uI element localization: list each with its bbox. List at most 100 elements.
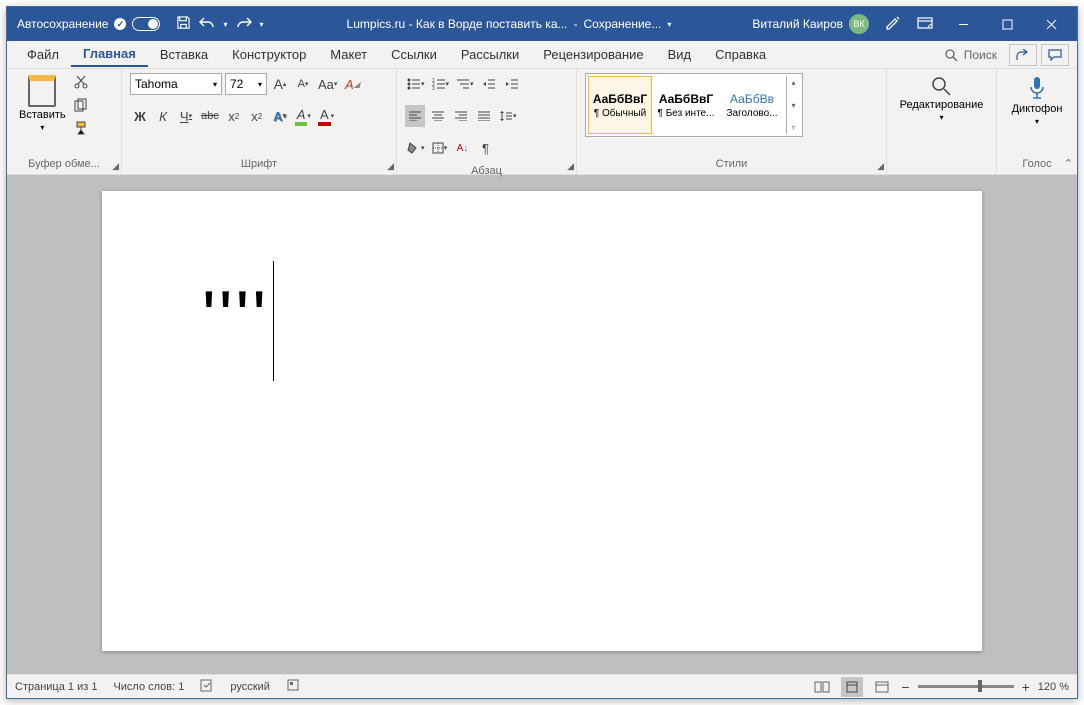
font-color-icon[interactable]: A▾ [316,105,336,127]
close-button[interactable] [1029,7,1073,41]
decrease-indent-icon[interactable] [479,73,499,95]
borders-icon[interactable]: ▾ [430,137,450,159]
titlebar: Автосохранение ✓ ▾ ▾ Lumpics.ru - Как в … [7,7,1077,41]
group-label: Голос [1005,158,1069,172]
multilevel-icon[interactable]: ▾ [454,73,476,95]
style-scroll[interactable]: ▴▾▿ [786,76,800,134]
collapse-ribbon-icon[interactable]: ⌃ [1064,157,1073,170]
zoom-out-icon[interactable]: − [901,679,909,695]
line-spacing-icon[interactable]: ▾ [497,105,519,127]
sort-icon[interactable]: А↓ [453,137,473,159]
font-name-combo[interactable]: Tahoma▾ [130,73,222,95]
word-count[interactable]: Число слов: 1 [113,681,184,693]
clear-format-icon[interactable]: A◢ [342,73,362,95]
redo-icon[interactable] [236,16,252,33]
paste-button[interactable]: Вставить ▾ [15,73,70,134]
dialog-launcher-icon[interactable]: ◢ [877,161,884,172]
style-normal[interactable]: АаБбВвГ ¶ Обычный [588,76,652,134]
language[interactable]: русский [230,681,269,693]
dialog-launcher-icon[interactable]: ◢ [112,161,119,172]
dialog-launcher-icon[interactable]: ◢ [387,161,394,172]
increase-indent-icon[interactable] [502,73,522,95]
underline-button[interactable]: Ч▾ [176,105,196,127]
group-font: Tahoma▾ 72▾ A▴ A▾ Aa▾ A◢ Ж К Ч▾ abc x2 x… [122,69,397,174]
share-button[interactable] [1009,44,1037,66]
justify-icon[interactable] [474,105,494,127]
title-dropdown-icon[interactable]: ▾ [667,20,671,29]
strike-button[interactable]: abc [199,105,221,127]
find-button[interactable]: Редактирование ▾ [896,73,988,124]
style-gallery[interactable]: АаБбВвГ ¶ Обычный АаБбВвГ ¶ Без инте... … [585,73,803,137]
statusbar: Страница 1 из 1 Число слов: 1 русский − … [7,674,1077,698]
clipboard-icon [28,75,56,107]
page[interactable]: '''' [102,191,982,651]
align-left-icon[interactable] [405,105,425,127]
undo-dropdown-icon[interactable]: ▾ [223,20,227,29]
document-text: '''' [202,277,269,357]
quick-access: ▾ ▾ [166,15,273,33]
highlight-icon[interactable]: A▾ [293,105,313,127]
style-heading[interactable]: АаБбВв Заголово... [720,76,784,134]
text-cursor [273,261,274,381]
minimize-button[interactable] [941,7,985,41]
tab-insert[interactable]: Вставка [148,43,220,66]
tab-view[interactable]: Вид [656,43,704,66]
group-label: Буфер обме... [15,158,113,172]
text-effects-icon[interactable]: A▾ [270,105,290,127]
cut-icon[interactable] [74,75,88,92]
save-icon[interactable] [176,15,191,33]
macro-icon[interactable] [286,678,300,695]
align-center-icon[interactable] [428,105,448,127]
tab-design[interactable]: Конструктор [220,43,318,66]
zoom-slider[interactable] [918,685,1014,688]
subscript-icon[interactable]: x2 [224,105,244,127]
dialog-launcher-icon[interactable]: ◢ [567,161,574,172]
style-nospacing[interactable]: АаБбВвГ ¶ Без инте... [654,76,718,134]
shading-icon[interactable]: ▾ [405,137,427,159]
qat-dropdown-icon[interactable]: ▾ [260,20,264,29]
zoom-level[interactable]: 120 % [1038,681,1069,693]
numbering-icon[interactable]: 123▾ [430,73,452,95]
superscript-icon[interactable]: x2 [247,105,267,127]
italic-button[interactable]: К [153,105,173,127]
read-mode-icon[interactable] [811,677,833,697]
font-size-combo[interactable]: 72▾ [225,73,267,95]
show-marks-icon[interactable]: ¶ [476,137,496,159]
bold-button[interactable]: Ж [130,105,150,127]
document-area[interactable]: '''' [7,175,1077,674]
undo-icon[interactable] [199,16,215,33]
ribbon: Вставить ▾ Буфер обме... ◢ Tahoma▾ 72▾ A… [7,69,1077,175]
tab-references[interactable]: Ссылки [379,43,449,66]
bullets-icon[interactable]: ▾ [405,73,427,95]
tab-mailings[interactable]: Рассылки [449,43,531,66]
web-layout-icon[interactable] [871,677,893,697]
tab-file[interactable]: Файл [15,43,71,66]
format-painter-icon[interactable] [74,121,88,138]
maximize-button[interactable] [985,7,1029,41]
tab-review[interactable]: Рецензирование [531,43,655,66]
tab-layout[interactable]: Макет [318,43,379,66]
page-count[interactable]: Страница 1 из 1 [15,681,97,693]
ribbon-mode-icon[interactable] [909,16,941,33]
svg-text:3: 3 [432,86,435,90]
shrink-font-icon[interactable]: A▾ [293,73,313,95]
tab-home[interactable]: Главная [71,42,148,67]
toggle-switch[interactable] [132,17,160,31]
chevron-down-icon: ▾ [1035,117,1039,126]
zoom-in-icon[interactable]: + [1022,679,1030,695]
grow-font-icon[interactable]: A▴ [270,73,290,95]
dictate-button[interactable]: Диктофон ▾ [1008,73,1067,128]
proofing-icon[interactable] [200,678,214,695]
user-account[interactable]: Виталий Каиров ВК [744,14,877,34]
comments-button[interactable] [1041,44,1069,66]
draw-icon[interactable] [877,15,909,34]
change-case-icon[interactable]: Aa▾ [316,73,339,95]
group-label: Стили [585,158,878,172]
autosave-toggle[interactable]: Автосохранение ✓ [11,17,166,31]
print-layout-icon[interactable] [841,677,863,697]
align-right-icon[interactable] [451,105,471,127]
tab-help[interactable]: Справка [703,43,778,66]
copy-icon[interactable] [74,98,88,115]
document-title: Lumpics.ru - Как в Ворде поставить ка...… [274,17,745,31]
search-box[interactable]: Поиск [944,48,997,62]
